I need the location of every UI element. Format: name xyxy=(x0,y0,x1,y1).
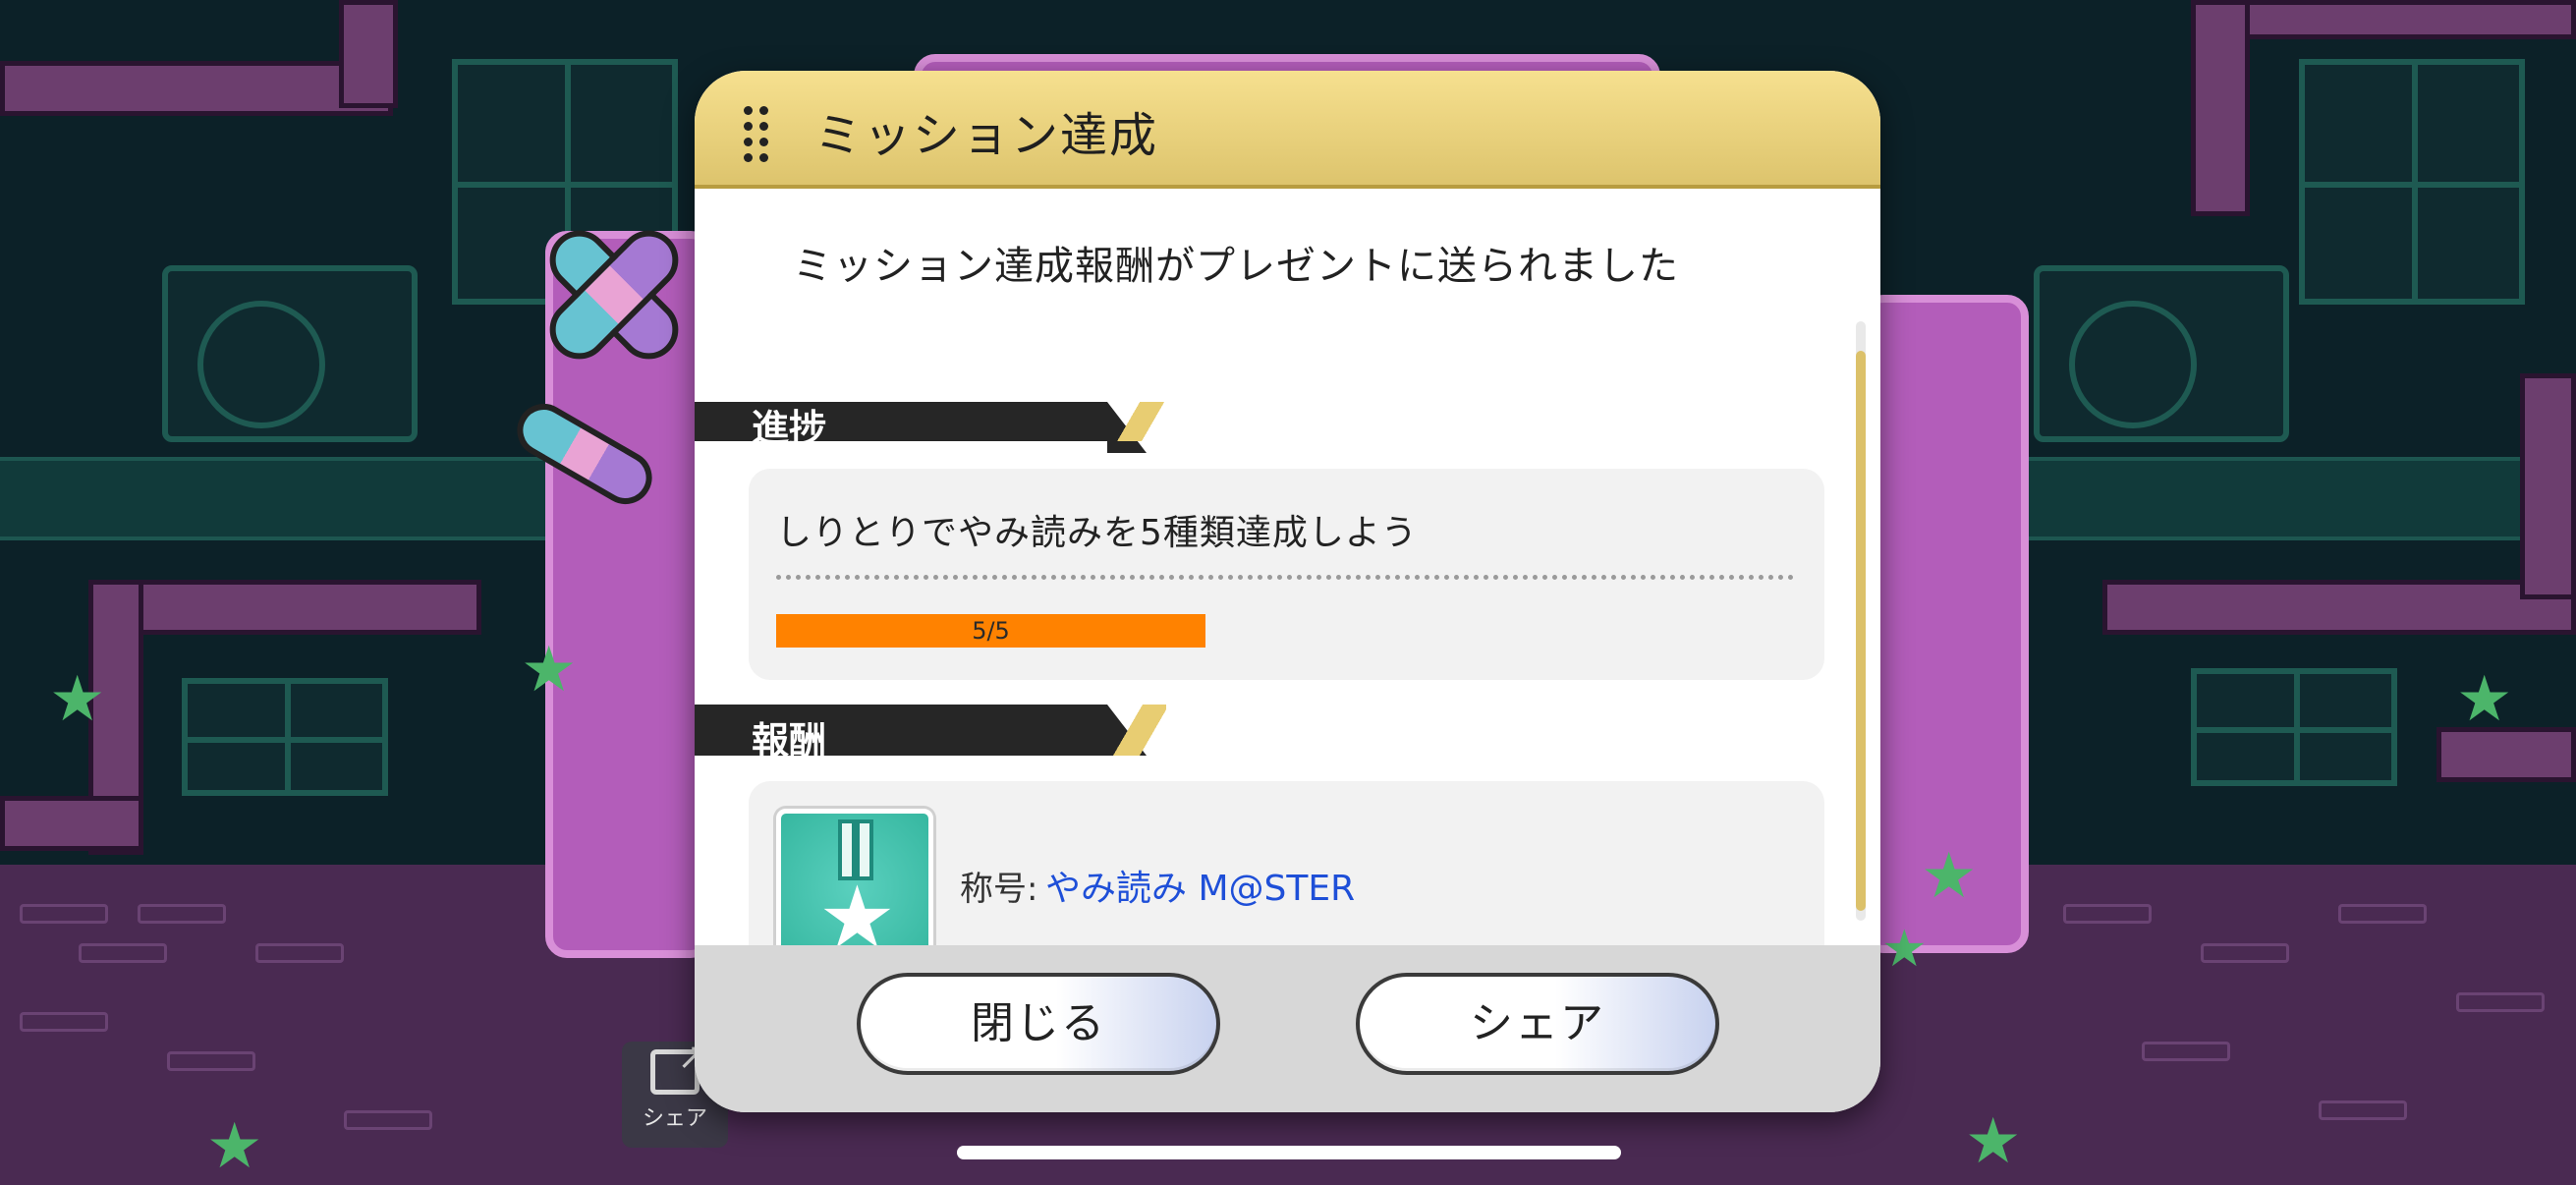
reward-section-header: 報酬 xyxy=(695,705,1147,762)
background-pipe xyxy=(2102,580,2576,635)
background-brick xyxy=(20,904,108,924)
background-brick xyxy=(2142,1042,2230,1061)
star-decoration: ★ xyxy=(1921,840,1978,913)
dialog-title: ミッション達成 xyxy=(814,108,1159,163)
mission-progress-card: しりとりでやみ読みを5種類達成しよう 5/5 xyxy=(749,469,1824,680)
mission-description: しりとりでやみ読みを5種類達成しよう xyxy=(776,513,1418,553)
share-icon xyxy=(650,1035,708,1095)
background-brick xyxy=(2201,943,2289,963)
dialog-scrollbar[interactable] xyxy=(1856,321,1866,921)
home-indicator[interactable] xyxy=(957,1146,1621,1159)
share-button[interactable]: シェア xyxy=(1356,973,1719,1075)
background-ac-unit-left xyxy=(162,265,418,442)
reward-section-heading: 報酬 xyxy=(752,719,827,762)
background-pipe xyxy=(0,796,143,851)
star-decoration: ★ xyxy=(206,1110,263,1183)
background-vent-grille-right xyxy=(2191,668,2397,786)
background-pipe xyxy=(2520,373,2576,599)
dialog-scroll-area[interactable]: 進捗 しりとりでやみ読みを5種類達成しよう 5/5 報酬 ★ 称号: やみ読み … xyxy=(695,321,1880,1019)
background-ac-unit-right xyxy=(2034,265,2289,442)
dotted-divider xyxy=(776,575,1794,580)
background-brick xyxy=(167,1051,255,1071)
reward-title-link[interactable]: やみ読み M@STER xyxy=(1045,860,1355,911)
section-accent-stripe xyxy=(1107,402,1166,441)
star-decoration: ★ xyxy=(521,634,578,706)
mission-progress-bar: 5/5 xyxy=(776,614,1205,648)
close-button[interactable]: 閉じる xyxy=(857,973,1220,1075)
background-brick xyxy=(2319,1100,2407,1120)
star-decoration: ★ xyxy=(1881,920,1928,979)
dialog-message: ミッション達成報酬がプレゼントに送られました xyxy=(793,244,1679,289)
progress-section-heading: 進捗 xyxy=(752,407,827,450)
background-vent-grille-left xyxy=(182,678,388,796)
star-decoration: ★ xyxy=(1965,1105,2022,1178)
background-pipe xyxy=(339,0,398,108)
background-brick xyxy=(138,904,226,924)
medal-star-icon: ★ xyxy=(776,809,933,966)
reward-type-label: 称号: xyxy=(960,870,1038,909)
background-brick xyxy=(2338,904,2427,924)
background-brick xyxy=(79,943,167,963)
background-window-right xyxy=(2299,59,2525,305)
background-brick xyxy=(2456,992,2545,1012)
star-decoration: ★ xyxy=(2456,663,2513,736)
dialog-footer: 閉じる シェア xyxy=(695,945,1880,1112)
background-pipe xyxy=(88,580,481,635)
mission-complete-dialog: ミッション達成 ミッション達成報酬がプレゼントに送られました 進捗 しりとりでや… xyxy=(695,71,1880,1112)
background-pipe xyxy=(0,61,393,116)
background-pipe xyxy=(2191,0,2250,216)
background-brick xyxy=(20,1012,108,1032)
background-brick xyxy=(344,1110,432,1130)
dialog-header: ミッション達成 xyxy=(695,71,1880,189)
drag-handle-icon xyxy=(744,106,775,162)
scrollbar-thumb[interactable] xyxy=(1856,351,1866,911)
background-brick xyxy=(2063,904,2152,924)
mission-progress-text: 5/5 xyxy=(972,617,1010,645)
background-brick xyxy=(255,943,344,963)
progress-section-header: 進捗 xyxy=(695,402,1147,453)
section-accent-stripe xyxy=(1107,705,1166,756)
star-decoration: ★ xyxy=(49,663,106,736)
